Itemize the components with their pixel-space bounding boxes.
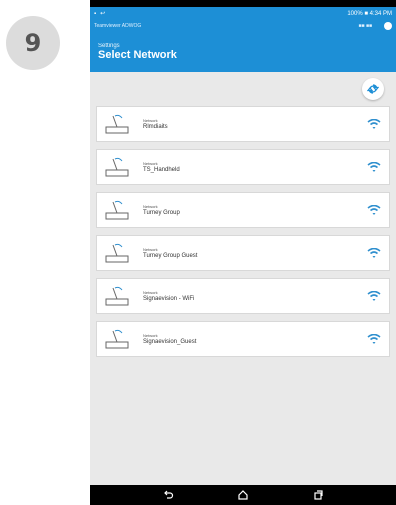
wifi-icon	[367, 204, 381, 215]
wifi-icon	[367, 161, 381, 172]
network-item[interactable]: Network Signaevision_Guest	[96, 321, 390, 357]
network-item[interactable]: Network Rlmdiaits	[96, 106, 390, 142]
breadcrumb: Settings	[98, 42, 120, 49]
page-title: Select Network	[98, 48, 177, 61]
page-header: Settings Select Network	[90, 31, 396, 72]
router-icon	[105, 157, 129, 177]
status-right-text: 100% ■ 4:34 PM	[347, 10, 392, 17]
network-name: Signaevision_Guest	[143, 338, 197, 345]
notification-text: Teamviewer ADWOG	[94, 22, 142, 29]
notification-mid-text: ■■ ■■	[358, 22, 372, 29]
app-icon	[384, 21, 392, 30]
device-bezel-top	[90, 0, 396, 7]
home-icon[interactable]	[237, 489, 249, 501]
wifi-icon	[367, 290, 381, 301]
wifi-icon	[367, 247, 381, 258]
phone-screen: ▪ ↩ 100% ■ 4:34 PM Teamviewer ADWOG ■■ ■…	[90, 0, 396, 505]
router-icon	[105, 329, 129, 349]
wifi-icon	[367, 333, 381, 344]
notification-icon: ↩	[100, 11, 106, 17]
refresh-row	[90, 72, 396, 106]
refresh-button[interactable]	[362, 78, 384, 100]
network-name: Signaevision - WiFi	[143, 295, 195, 302]
refresh-icon	[367, 84, 379, 94]
network-name: Turney Group	[143, 209, 180, 216]
wifi-icon	[367, 118, 381, 129]
router-icon	[105, 286, 129, 306]
network-name: TS_Handheld	[143, 166, 180, 173]
network-item[interactable]: Network TS_Handheld	[96, 149, 390, 185]
android-nav-bar	[90, 485, 396, 505]
network-item[interactable]: Network Signaevision - WiFi	[96, 278, 390, 314]
step-number-badge: 9	[6, 16, 60, 70]
notification-row[interactable]: Teamviewer ADWOG ■■ ■■	[90, 20, 396, 31]
router-icon	[105, 114, 129, 134]
network-list: Network Rlmdiaits Network TS_Handheld Ne…	[90, 106, 396, 357]
status-bar: ▪ ↩ 100% ■ 4:34 PM	[90, 7, 396, 20]
router-icon	[105, 200, 129, 220]
network-item[interactable]: Network Turney Group Guest	[96, 235, 390, 271]
router-icon	[105, 243, 129, 263]
network-name: Turney Group Guest	[143, 252, 198, 259]
network-name: Rlmdiaits	[143, 123, 168, 130]
back-icon[interactable]	[162, 489, 174, 501]
network-item[interactable]: Network Turney Group	[96, 192, 390, 228]
screenshot-icon: ▪	[94, 10, 97, 17]
recent-apps-icon[interactable]	[312, 489, 324, 501]
